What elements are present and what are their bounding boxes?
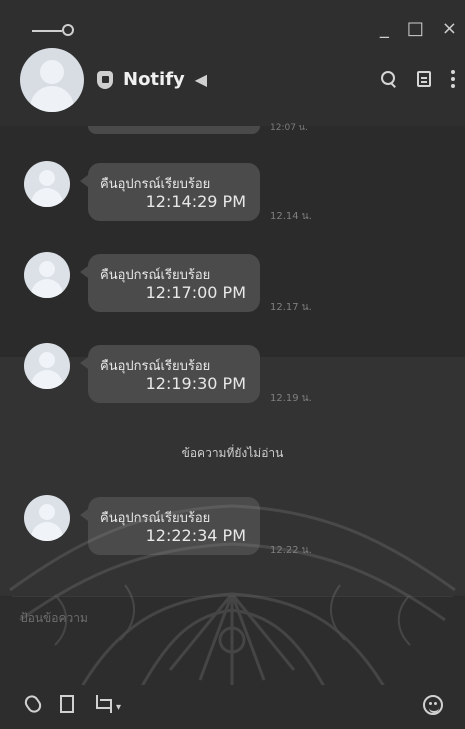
message-row-4: คืนอุปกรณ์เรียบร้อย 12:22:34 PM 12.22 น. [0,495,465,565]
message-row-1: คืนอุปกรณ์เรียบร้อย 12:14:29 PM 12.14 น. [0,161,465,231]
composer-tools: ▾ [22,692,121,716]
message-time: 12.19 น. [270,393,312,404]
chat-title-row: Notify ◀ [97,69,207,90]
message-inner-time: 12:19:30 PM [145,374,246,393]
chat-title: Notify [123,69,185,90]
message-bubble: คืนอุปกรณ์เรียบร้อย 12:14:29 PM [80,163,260,221]
partial-message-bubble [88,126,260,134]
composer-toolbar: ▾ [0,685,465,729]
partial-message-time: 12:07 น. [270,123,308,133]
message-row-3: คืนอุปกรณ์เรียบร้อย 12:19:30 PM 12.19 น. [0,343,465,413]
message-avatar [24,252,70,298]
message-avatar [24,343,70,389]
message-inner-time: 12:14:29 PM [145,192,246,211]
message-time: 12.17 น. [270,302,312,313]
chat-header: Notify ◀ [0,42,465,127]
message-text: คืนอุปกรณ์เรียบร้อย [100,359,211,374]
message-text: คืนอุปกรณ์เรียบร้อย [100,177,211,192]
message-time: 12.14 น. [270,211,312,222]
message-inner-time: 12:22:34 PM [145,526,246,545]
crop-icon[interactable] [94,695,112,713]
message-bubble: คืนอุปกรณ์เรียบร้อย 12:17:00 PM [80,254,260,312]
crop-dropdown-icon[interactable]: ▾ [116,702,121,713]
pin-line [32,30,62,32]
message-inner-time: 12:17:00 PM [145,283,246,302]
unread-messages-label: ข้อความที่ยังไม่อ่าน [181,446,284,460]
pin-icon[interactable] [62,24,74,36]
message-bubble: คืนอุปกรณ์เรียบร้อย 12:19:30 PM [80,345,260,403]
message-input-placeholder[interactable]: ป้อนข้อความ [20,609,88,628]
message-avatar [24,495,70,541]
search-icon[interactable] [381,71,397,88]
message-text: คืนอุปกรณ์เรียบร้อย [100,268,211,283]
avatar [20,48,84,112]
title-bar: _ □ × [0,0,465,42]
close-button[interactable]: × [442,18,457,39]
chat-area[interactable]: 12:07 น. คืนอุปกรณ์เรียบร้อย 12:14:29 PM… [0,123,465,596]
header-actions [381,70,455,88]
emoji-icon[interactable] [423,695,443,715]
note-icon[interactable] [417,71,431,87]
maximize-button[interactable]: □ [407,18,424,39]
message-row-2: คืนอุปกรณ์เรียบร้อย 12:17:00 PM 12.17 น. [0,252,465,322]
window-controls: _ □ × [380,18,457,39]
message-text: คืนอุปกรณ์เรียบร้อย [100,511,211,526]
minimize-button[interactable]: _ [380,18,389,39]
message-time: 12.22 น. [270,545,312,556]
bookmark-icon[interactable] [60,695,74,713]
message-bubble: คืนอุปกรณ์เรียบร้อย 12:22:34 PM [80,497,260,555]
paperclip-icon[interactable] [22,692,44,716]
message-avatar [24,161,70,207]
speaker-icon: ◀ [194,70,208,89]
shield-icon [97,70,113,89]
more-icon[interactable] [451,70,455,88]
